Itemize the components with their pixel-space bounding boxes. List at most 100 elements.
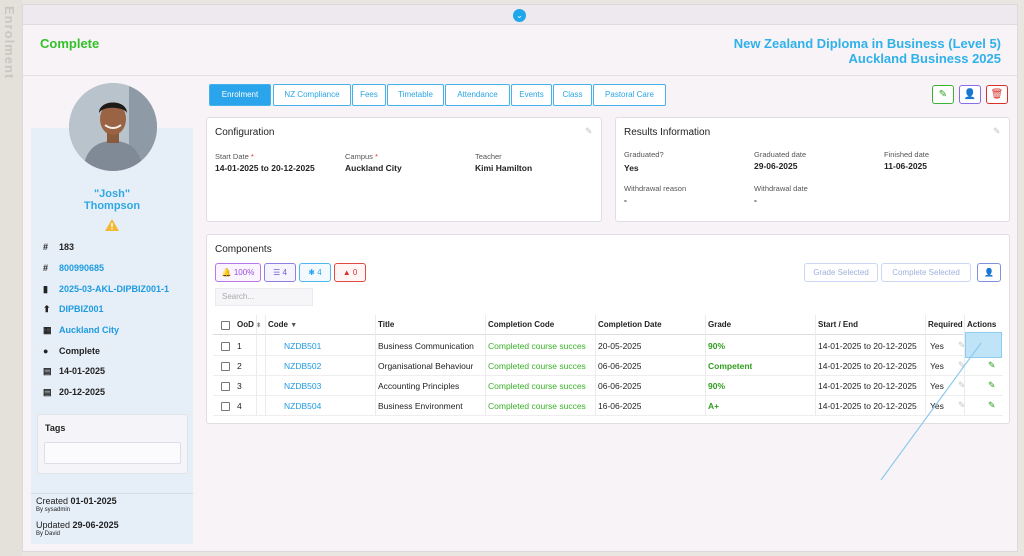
- ood-cell: 1: [237, 341, 242, 351]
- warning-icon[interactable]: [105, 219, 119, 231]
- progress-chip[interactable]: 🔔 100%: [215, 263, 261, 282]
- col-required: Required: [928, 320, 963, 329]
- grade-cell: Competent: [708, 361, 753, 371]
- title-cell: Business Environment: [378, 401, 463, 411]
- info-value: 20-12-2025: [59, 387, 106, 397]
- edit-button[interactable]: ✎: [932, 85, 954, 104]
- tab-fees[interactable]: Fees: [352, 84, 386, 106]
- ood-cell: 2: [237, 361, 242, 371]
- grade-selected-button[interactable]: Grade Selected: [804, 263, 878, 282]
- list-ordered-icon: ☰: [273, 268, 281, 277]
- pointer-trail: [880, 342, 982, 481]
- program-title[interactable]: New Zealand Diploma in Business (Level 5…: [734, 36, 1001, 51]
- complete-selected-button[interactable]: Complete Selected: [881, 263, 971, 282]
- graduated-value: Yes: [624, 163, 639, 173]
- warning-count-chip[interactable]: ▲ 0: [334, 263, 366, 282]
- assign-user-button[interactable]: 👤: [977, 263, 1001, 282]
- configuration-card: Configuration ✎ Start Date * 14-01-2025 …: [206, 117, 602, 222]
- tab-timetable[interactable]: Timetable: [387, 84, 444, 106]
- completion-date-cell: 16-06-2025: [598, 401, 642, 411]
- info-item[interactable]: #800990685: [43, 263, 104, 273]
- info-value: 183: [59, 242, 75, 252]
- tab-events[interactable]: Events: [511, 84, 552, 106]
- student-name[interactable]: "Josh" Thompson: [31, 188, 193, 212]
- completion-date-cell: 20-05-2025: [598, 341, 642, 351]
- required-count-chip[interactable]: ✱ 4: [299, 263, 331, 282]
- row-checkbox[interactable]: [221, 342, 230, 351]
- completion-date-cell: 06-06-2025: [598, 361, 642, 371]
- pencil-icon[interactable]: ✎: [993, 126, 1001, 137]
- col-code[interactable]: Code ▼: [268, 315, 297, 335]
- graduated-label: Graduated?: [624, 150, 664, 159]
- info-item[interactable]: ▮ 2025-03-AKL-DIPBIZ001-1: [43, 284, 169, 295]
- components-title: Components: [215, 244, 272, 255]
- code-link[interactable]: NZDB504: [284, 396, 321, 416]
- hash-icon: #: [43, 263, 49, 273]
- info-item[interactable]: ▦ Auckland City: [43, 325, 119, 336]
- finished-date-value: 11-06-2025: [884, 161, 928, 171]
- updated-by: By David: [36, 531, 61, 537]
- title-cell: Organisational Behaviour: [378, 361, 474, 371]
- created-label: Created: [36, 496, 69, 506]
- completion-date-cell: 06-06-2025: [598, 381, 642, 391]
- tags-panel: Tags: [37, 414, 188, 474]
- info-value[interactable]: DIPBIZ001: [59, 304, 104, 314]
- row-checkbox[interactable]: [221, 362, 230, 371]
- info-value: 14-01-2025: [59, 366, 106, 376]
- tab-class[interactable]: Class: [553, 84, 592, 106]
- row-checkbox[interactable]: [221, 382, 230, 391]
- code-link[interactable]: NZDB503: [284, 376, 321, 396]
- tab-pastoral-care[interactable]: Pastoral Care: [593, 84, 666, 106]
- teacher-value: Kimi Hamilton: [475, 163, 533, 173]
- code-link[interactable]: NZDB501: [284, 336, 321, 356]
- bell-icon: 🔔: [221, 268, 232, 277]
- progress-value: 100%: [233, 268, 255, 277]
- col-completion-code: Completion Code: [488, 320, 555, 329]
- search-input[interactable]: Search...: [215, 288, 313, 306]
- select-all-checkbox[interactable]: [221, 321, 230, 330]
- signpost-icon: ⬆: [43, 304, 51, 314]
- results-title: Results Information: [624, 127, 711, 138]
- start-date-label: Start Date *: [215, 152, 254, 161]
- enrolment-side-tab[interactable]: Enrolment: [0, 0, 22, 556]
- code-link[interactable]: NZDB502: [284, 356, 321, 376]
- created-by: By sysadmin: [36, 507, 71, 513]
- results-card: Results Information ✎ Graduated? Yes Gra…: [615, 117, 1010, 222]
- completion-code-cell: Completed course succes: [488, 401, 586, 411]
- graduated-date-value: 29-06-2025: [754, 161, 798, 171]
- col-start-end: Start / End: [818, 320, 859, 329]
- chevron-down-icon[interactable]: ⌄: [513, 9, 526, 22]
- ordered-count-chip[interactable]: ☰ 4: [264, 263, 296, 282]
- tab-nz-compliance[interactable]: NZ Compliance: [273, 84, 351, 106]
- info-value[interactable]: Auckland City: [59, 325, 119, 335]
- manage-user-button[interactable]: 👤: [959, 85, 981, 104]
- table-header: OoD ⬍ Code ▼ Title Completion Code Compl…: [213, 315, 1003, 335]
- tags-input[interactable]: [44, 442, 181, 464]
- student-surname: Thompson: [83, 200, 141, 212]
- col-grade: Grade: [708, 320, 732, 329]
- title-cell: Business Communication: [378, 341, 474, 351]
- grade-cell: A+: [708, 401, 720, 411]
- pencil-icon[interactable]: ✎: [585, 126, 593, 137]
- campus-value: Auckland City: [345, 163, 402, 173]
- delete-button[interactable]: 🗑: [986, 85, 1008, 104]
- hash-icon: #: [43, 242, 49, 252]
- info-item[interactable]: ⬆ DIPBIZ001: [43, 304, 104, 315]
- warning-count: 0: [352, 268, 358, 277]
- grade-cell: 90%: [708, 341, 726, 351]
- tab-enrolment[interactable]: Enrolment: [209, 84, 271, 106]
- row-checkbox[interactable]: [221, 402, 230, 411]
- filter-icon[interactable]: ▼: [290, 322, 297, 329]
- info-value: Complete: [59, 346, 101, 356]
- created-meta: Created 01-01-2025 By sysadmin: [36, 496, 117, 513]
- tab-attendance[interactable]: Attendance: [445, 84, 510, 106]
- program-heading: New Zealand Diploma in Business (Level 5…: [734, 36, 1001, 66]
- title-cell: Accounting Principles: [378, 381, 460, 391]
- info-value[interactable]: 2025-03-AKL-DIPBIZ001-1: [59, 284, 169, 294]
- col-ood[interactable]: OoD ⬍: [237, 315, 261, 335]
- info-value[interactable]: 800990685: [59, 263, 104, 273]
- ood-cell: 3: [237, 381, 242, 391]
- program-provider[interactable]: Auckland Business 2025: [734, 51, 1001, 66]
- campus-label: Campus *: [345, 152, 378, 161]
- completion-code-cell: Completed course succes: [488, 381, 586, 391]
